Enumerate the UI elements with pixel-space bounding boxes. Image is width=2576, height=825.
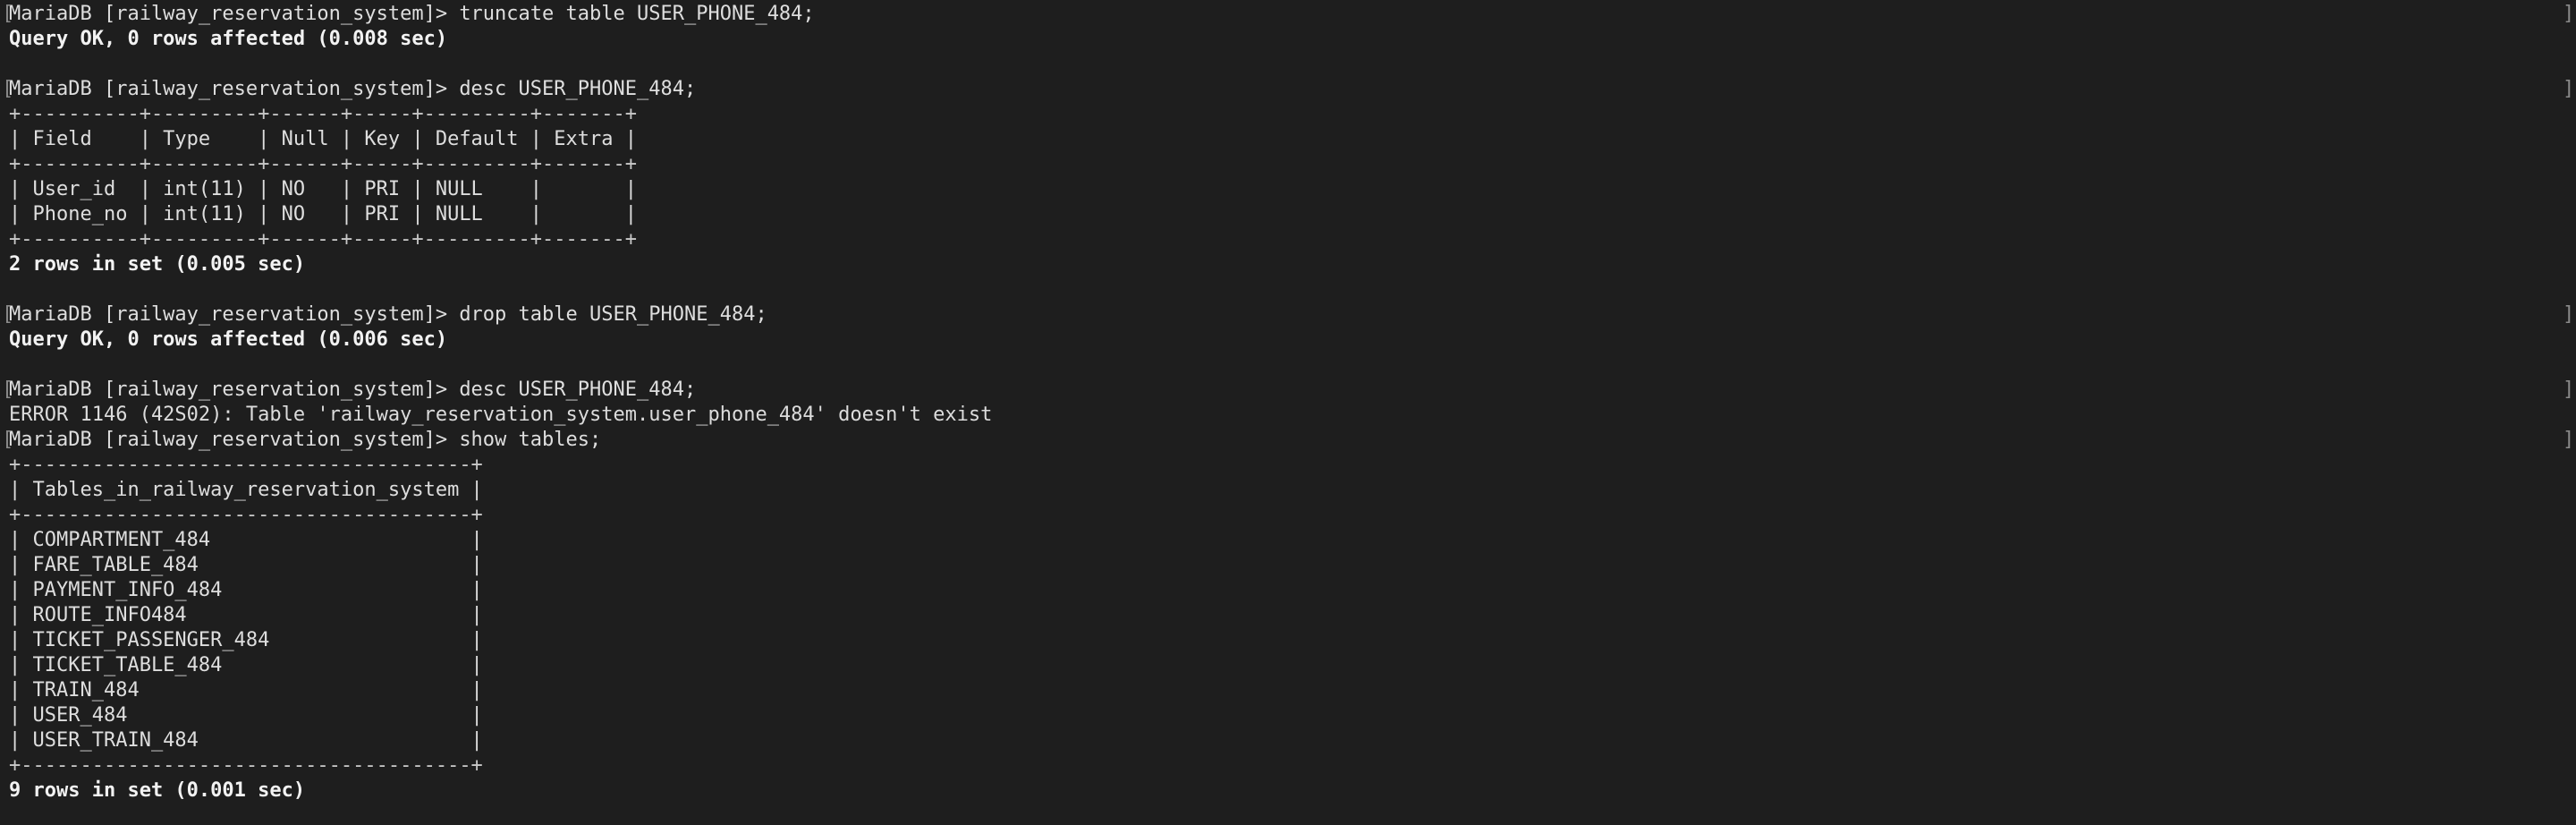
status-line: 9 rows in set (0.001 sec)	[9, 778, 2576, 804]
prompt-line: MariaDB [railway_reservation_system]> sh…	[2, 428, 2576, 453]
table-border-line: +--------------------------------------+	[9, 753, 2576, 778]
line-text: 2 rows in set (0.005 sec)	[9, 253, 306, 276]
prompt-mark-right: ]	[2563, 303, 2575, 326]
prompt-mark-left: [	[2, 429, 14, 451]
line-text: | TRAIN_484 |	[9, 679, 483, 702]
line-text: | Phone_no | int(11) | NO | PRI | NULL |…	[9, 203, 637, 225]
prompt-mark-left: [	[2, 3, 14, 25]
line-text: | Tables_in_railway_reservation_system |	[9, 479, 483, 501]
status-line: Query OK, 0 rows affected (0.006 sec)	[9, 327, 2576, 353]
line-text: MariaDB [railway_reservation_system]> dr…	[9, 303, 767, 326]
line-text: +--------------------------------------+	[9, 454, 483, 476]
prompt-line: MariaDB [railway_reservation_system]> dr…	[2, 302, 2576, 327]
table-row-line: | TICKET_TABLE_484 |	[9, 653, 2576, 678]
prompt-mark-left: [	[2, 78, 14, 100]
line-text: +----------+---------+------+-----+-----…	[9, 228, 637, 251]
line-text: ERROR 1146 (42S02): Table 'railway_reser…	[9, 404, 993, 426]
status-line: 2 rows in set (0.005 sec)	[9, 252, 2576, 277]
line-text: MariaDB [railway_reservation_system]> de…	[9, 378, 697, 401]
line-text: +--------------------------------------+	[9, 504, 483, 526]
prompt-mark-right: ]	[2563, 429, 2575, 451]
line-text: +----------+---------+------+-----+-----…	[9, 103, 637, 125]
line-text: 9 rows in set (0.001 sec)	[9, 779, 306, 802]
table-row-line: | TRAIN_484 |	[9, 678, 2576, 703]
line-text: | USER_484 |	[9, 704, 483, 727]
line-text: | ROUTE_INFO484 |	[9, 604, 483, 626]
line-text: Query OK, 0 rows affected (0.006 sec)	[9, 328, 448, 351]
line-text: | PAYMENT_INFO_484 |	[9, 579, 483, 601]
prompt-mark-right: ]	[2563, 378, 2575, 401]
table-row-line: | USER_TRAIN_484 |	[9, 728, 2576, 753]
prompt-mark-right: ]	[2563, 3, 2575, 25]
line-text: +----------+---------+------+-----+-----…	[9, 153, 637, 175]
prompt-mark-left: [	[2, 303, 14, 326]
line-text: | Field | Type | Null | Key | Default | …	[9, 128, 637, 150]
line-text: MariaDB [railway_reservation_system]> sh…	[9, 429, 602, 451]
line-text: | TICKET_PASSENGER_484 |	[9, 629, 483, 651]
table-row-line: | COMPARTMENT_484 |	[9, 528, 2576, 553]
line-text: Query OK, 0 rows affected (0.008 sec)	[9, 28, 448, 50]
status-line: Query OK, 0 rows affected (0.008 sec)	[9, 27, 2576, 52]
table-border-line: +----------+---------+------+-----+-----…	[9, 102, 2576, 127]
table-row-line: | Field | Type | Null | Key | Default | …	[9, 127, 2576, 152]
table-border-line: +--------------------------------------+	[9, 503, 2576, 528]
error-line: ERROR 1146 (42S02): Table 'railway_reser…	[9, 403, 2576, 428]
prompt-line: MariaDB [railway_reservation_system]> de…	[2, 77, 2576, 102]
prompt-line: MariaDB [railway_reservation_system]> tr…	[2, 2, 2576, 27]
line-text: | COMPARTMENT_484 |	[9, 529, 483, 551]
table-row-line: | TICKET_PASSENGER_484 |	[9, 628, 2576, 653]
line-text: | TICKET_TABLE_484 |	[9, 654, 483, 676]
line-text: | FARE_TABLE_484 |	[9, 554, 483, 576]
table-row-line: | PAYMENT_INFO_484 |	[9, 578, 2576, 603]
table-border-line: +----------+---------+------+-----+-----…	[9, 152, 2576, 177]
table-row-line: | Phone_no | int(11) | NO | PRI | NULL |…	[9, 202, 2576, 227]
table-border-line: +----------+---------+------+-----+-----…	[9, 227, 2576, 252]
table-row-line: | ROUTE_INFO484 |	[9, 603, 2576, 628]
table-row-line: | FARE_TABLE_484 |	[9, 553, 2576, 578]
line-text: | User_id | int(11) | NO | PRI | NULL | …	[9, 178, 637, 200]
table-row-line: | Tables_in_railway_reservation_system |	[9, 478, 2576, 503]
prompt-mark-left: [	[2, 378, 14, 401]
line-text: MariaDB [railway_reservation_system]> tr…	[9, 3, 815, 25]
line-text: | USER_TRAIN_484 |	[9, 729, 483, 752]
table-border-line: +--------------------------------------+	[9, 453, 2576, 478]
table-row-line: | USER_484 |	[9, 703, 2576, 728]
line-text: MariaDB [railway_reservation_system]> de…	[9, 78, 697, 100]
terminal-window[interactable]: MariaDB [railway_reservation_system]> tr…	[0, 0, 2576, 825]
table-row-line: | User_id | int(11) | NO | PRI | NULL | …	[9, 177, 2576, 202]
line-text: +--------------------------------------+	[9, 754, 483, 777]
prompt-mark-right: ]	[2563, 78, 2575, 100]
prompt-line: MariaDB [railway_reservation_system]> de…	[2, 378, 2576, 403]
